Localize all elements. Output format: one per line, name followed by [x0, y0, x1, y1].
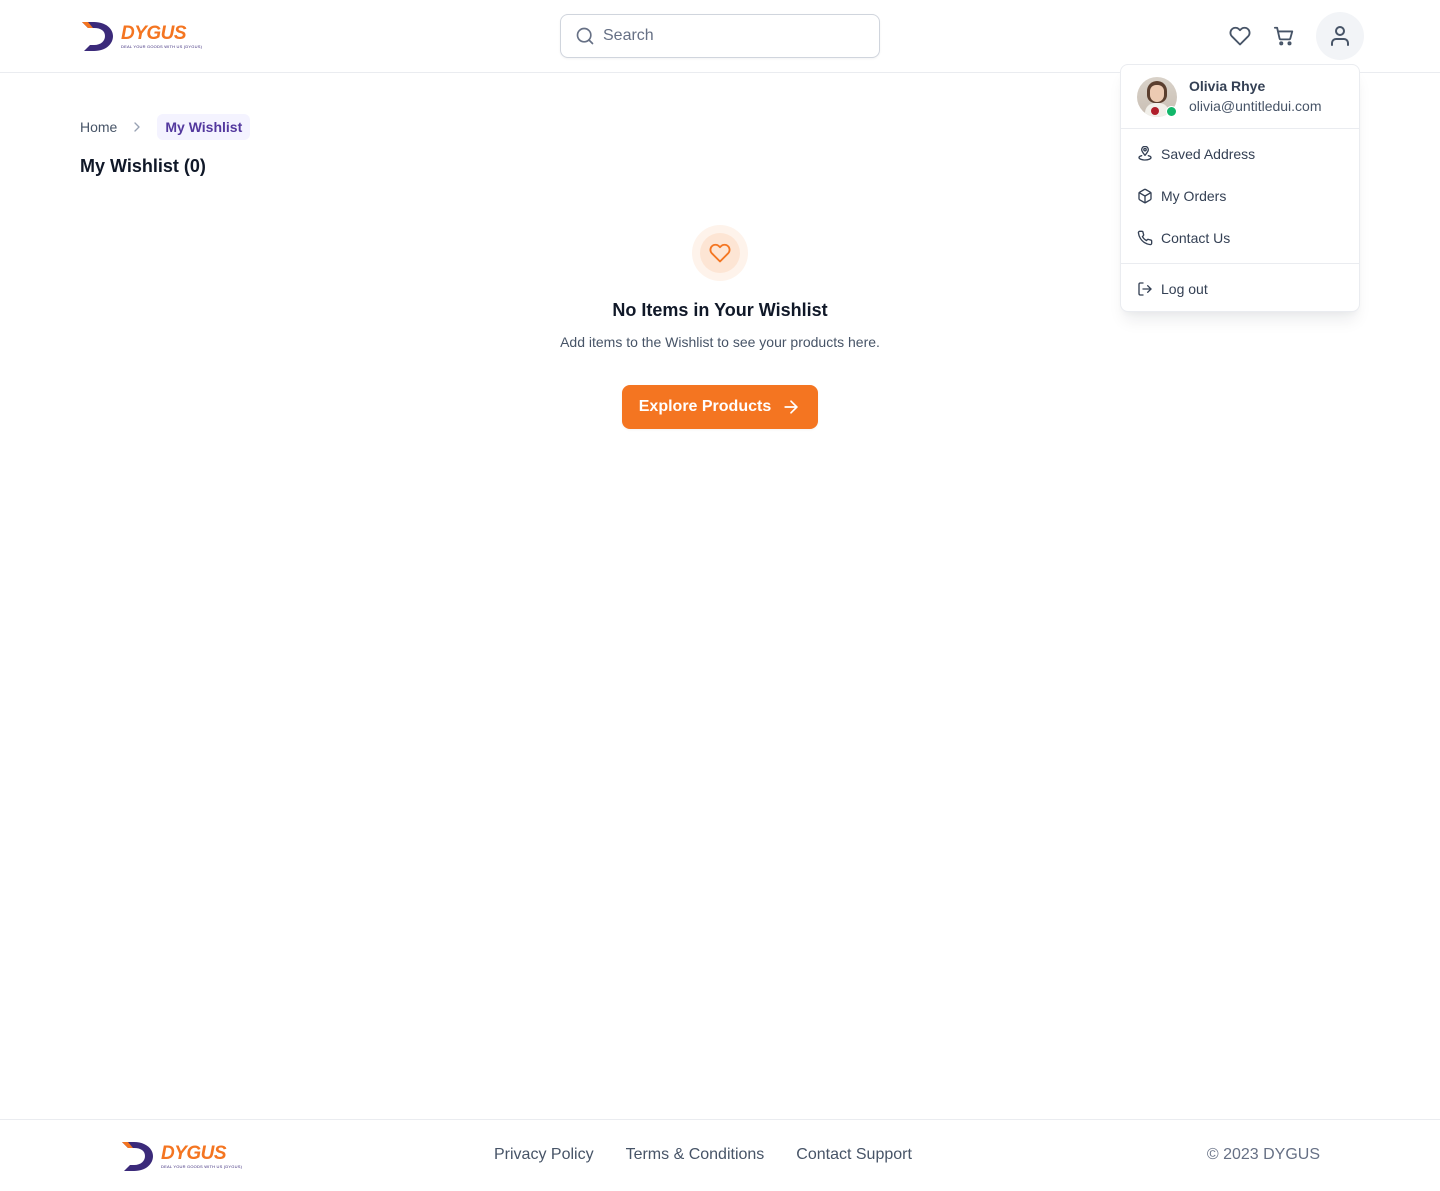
empty-state-subtitle: Add items to the Wishlist to see your pr…	[560, 334, 880, 350]
explore-products-label: Explore Products	[638, 398, 772, 415]
logo-mark-icon	[122, 1142, 153, 1171]
footer-brand-logo[interactable]: DYGUS DEAL YOUR GOODS WITH US (DYGUS)	[120, 1140, 242, 1172]
menu-item-saved-address[interactable]: Saved Address	[1121, 133, 1359, 175]
menu-item-log-out[interactable]: Log out	[1121, 268, 1359, 310]
search-bar[interactable]	[560, 14, 880, 58]
heart-icon	[1229, 26, 1251, 46]
user-email: olivia@untitledui.com	[1189, 98, 1322, 114]
chevron-right-icon	[134, 122, 141, 132]
search-input[interactable]	[603, 27, 863, 45]
location-icon	[1138, 146, 1152, 161]
menu-item-my-orders[interactable]: My Orders	[1121, 175, 1359, 217]
breadcrumb-current: My Wishlist	[157, 114, 251, 140]
heart-icon	[709, 243, 731, 263]
dropdown-menu-group: Saved Address My Orders Contact Us	[1121, 129, 1359, 264]
logo-mark-icon	[82, 22, 113, 51]
logo-tagline: DEAL YOUR GOODS WITH US (DYGUS)	[121, 43, 203, 49]
logo-tagline: DEAL YOUR GOODS WITH US (DYGUS)	[161, 1163, 243, 1169]
package-icon	[1138, 188, 1152, 204]
empty-state-icon-wrapper	[692, 225, 748, 281]
user-menu-button[interactable]	[1316, 12, 1364, 60]
menu-item-contact-us[interactable]: Contact Us	[1121, 217, 1359, 259]
explore-products-button[interactable]: Explore Products	[622, 385, 818, 429]
footer-link-terms[interactable]: Terms & Conditions	[626, 1146, 765, 1164]
logo-wordmark: DYGUS	[161, 1142, 227, 1164]
log-out-icon	[1138, 282, 1152, 296]
search-icon	[576, 27, 594, 45]
cart-icon	[1273, 26, 1294, 46]
wishlist-button[interactable]	[1228, 24, 1252, 48]
avatar	[1137, 77, 1177, 117]
arrow-right-icon	[784, 400, 798, 414]
online-status-indicator	[1166, 106, 1177, 117]
user-icon	[1331, 26, 1349, 46]
user-dropdown-menu: Olivia Rhye olivia@untitledui.com Saved …	[1120, 64, 1360, 312]
breadcrumb-home-link[interactable]: Home	[80, 119, 117, 135]
brand-logo[interactable]: DYGUS DEAL YOUR GOODS WITH US (DYGUS)	[80, 20, 202, 52]
cart-button[interactable]	[1272, 24, 1296, 48]
user-name: Olivia Rhye	[1189, 78, 1266, 94]
copyright-text: © 2023 DYGUS	[1206, 1146, 1320, 1163]
footer-links: Privacy Policy Terms & Conditions Contac…	[494, 1146, 944, 1164]
site-header: DYGUS DEAL YOUR GOODS WITH US (DYGUS)	[0, 0, 1440, 73]
footer-link-privacy-policy[interactable]: Privacy Policy	[494, 1146, 594, 1164]
page-title: My Wishlist (0)	[80, 156, 206, 176]
footer-link-contact-support[interactable]: Contact Support	[796, 1146, 912, 1164]
dropdown-user-header: Olivia Rhye olivia@untitledui.com	[1121, 65, 1359, 129]
site-footer: DYGUS DEAL YOUR GOODS WITH US (DYGUS) Pr…	[0, 1119, 1440, 1191]
breadcrumb: Home My Wishlist	[80, 113, 251, 141]
phone-icon	[1137, 230, 1153, 246]
logo-wordmark: DYGUS	[121, 22, 187, 44]
